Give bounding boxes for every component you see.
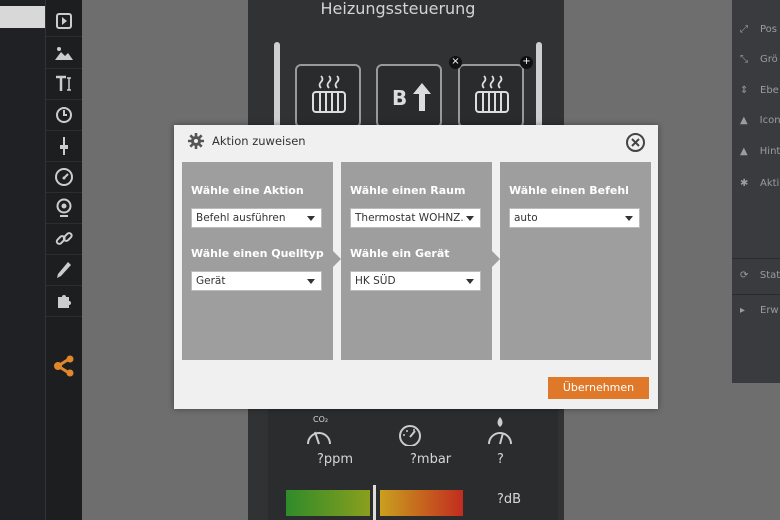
device-select[interactable]: HK SÜD bbox=[350, 271, 481, 291]
action-label: Wähle eine Aktion bbox=[191, 184, 304, 197]
command-column: Wähle einen Befehl auto bbox=[500, 162, 651, 360]
resize-icon: ⤡ bbox=[740, 53, 748, 65]
device-label: Wähle ein Gerät bbox=[350, 247, 450, 260]
humidity-gauge-icon bbox=[488, 417, 512, 445]
action-select[interactable]: Befehl ausführen bbox=[191, 208, 322, 228]
boost-label: B bbox=[392, 86, 408, 110]
chevron-down-icon bbox=[466, 216, 474, 221]
radiator-icon bbox=[312, 75, 346, 113]
command-select[interactable]: auto bbox=[509, 208, 640, 228]
webcam-icon[interactable] bbox=[46, 193, 82, 224]
refresh-icon: ⟳ bbox=[740, 269, 749, 281]
pressure-value: ?mbar bbox=[410, 452, 452, 467]
divider bbox=[732, 258, 780, 259]
humidity-value: ? bbox=[497, 452, 504, 467]
co2-gauge-icon bbox=[307, 431, 331, 445]
video-icon[interactable] bbox=[46, 6, 82, 37]
layer-icon: ⇕ bbox=[740, 84, 749, 96]
selected-list-item[interactable] bbox=[0, 6, 45, 28]
image-icon: ▲ bbox=[740, 145, 748, 157]
room-label: Wähle einen Raum bbox=[350, 184, 466, 197]
level-bar-left bbox=[286, 490, 370, 516]
pencil-icon[interactable] bbox=[46, 255, 82, 286]
chevron-down-icon bbox=[625, 216, 633, 221]
property-icon[interactable]: ▲ Icon bbox=[740, 110, 780, 130]
image-icon: ▲ bbox=[740, 114, 748, 126]
clock-icon[interactable] bbox=[46, 100, 82, 131]
chevron-right-icon: ▸ bbox=[740, 304, 746, 316]
property-extended[interactable]: ▸ Erw bbox=[740, 300, 780, 320]
co2-value: ?ppm bbox=[317, 452, 354, 467]
image-icon[interactable] bbox=[46, 38, 82, 69]
close-icon bbox=[631, 138, 640, 147]
chevron-down-icon bbox=[307, 216, 315, 221]
command-label: Wähle einen Befehl bbox=[509, 184, 629, 197]
source-type-label: Wähle einen Quelltyp bbox=[191, 247, 324, 260]
assign-action-dialog: Aktion zuweisen Wähle eine Aktion Befehl… bbox=[174, 125, 658, 409]
puzzle-icon[interactable] bbox=[46, 286, 82, 317]
widget-toolbar bbox=[45, 0, 82, 520]
gear-icon: ✱ bbox=[740, 177, 749, 189]
radiator-tile[interactable] bbox=[295, 64, 361, 128]
boost-icon bbox=[413, 83, 431, 111]
slider-icon[interactable] bbox=[46, 131, 82, 162]
chevron-down-icon bbox=[307, 279, 315, 284]
left-panel bbox=[0, 0, 45, 520]
left-scroll-handle[interactable] bbox=[274, 42, 280, 132]
position-icon: ⤢ bbox=[740, 23, 748, 35]
add-button[interactable]: + bbox=[520, 56, 533, 69]
remove-button[interactable]: × bbox=[449, 56, 462, 69]
radiator-icon bbox=[475, 75, 509, 113]
property-action[interactable]: ✱ Akti bbox=[740, 173, 780, 193]
pressure-gauge-icon bbox=[399, 425, 421, 446]
gear-icon bbox=[188, 133, 204, 149]
property-size[interactable]: ⤡ Grö bbox=[740, 49, 780, 69]
noise-value: ?dB bbox=[497, 492, 522, 507]
property-status[interactable]: ⟳ Stat bbox=[740, 265, 780, 285]
property-layer[interactable]: ⇕ Ebe bbox=[740, 80, 780, 100]
chevron-down-icon bbox=[466, 279, 474, 284]
apply-button[interactable]: Übernehmen bbox=[548, 377, 649, 399]
room-select[interactable]: Thermostat WOHNZ... bbox=[350, 208, 481, 228]
co2-label: CO₂ bbox=[313, 415, 329, 424]
text-icon[interactable] bbox=[46, 69, 82, 100]
step-arrow bbox=[333, 251, 341, 267]
divider bbox=[732, 294, 780, 295]
gauge-icon[interactable] bbox=[46, 162, 82, 193]
boost-tile[interactable]: B bbox=[376, 64, 442, 128]
radiator-tile[interactable] bbox=[458, 64, 524, 128]
property-position[interactable]: ⤢ Pos bbox=[740, 19, 780, 39]
action-column: Wähle eine Aktion Befehl ausführen Wähle… bbox=[182, 162, 333, 360]
close-button[interactable] bbox=[626, 133, 645, 152]
page-title: Heizungssteuerung bbox=[320, 0, 476, 18]
level-bar-right bbox=[380, 490, 463, 516]
property-background[interactable]: ▲ Hint bbox=[740, 141, 780, 161]
link-icon[interactable] bbox=[46, 224, 82, 255]
room-device-column: Wähle einen Raum Thermostat WOHNZ... Wäh… bbox=[341, 162, 492, 360]
source-type-select[interactable]: Gerät bbox=[191, 271, 322, 291]
level-marker bbox=[373, 485, 376, 520]
dialog-title: Aktion zuweisen bbox=[212, 134, 306, 148]
share-icon[interactable] bbox=[46, 349, 82, 383]
right-scroll-handle[interactable] bbox=[536, 42, 542, 132]
step-arrow bbox=[492, 251, 500, 267]
